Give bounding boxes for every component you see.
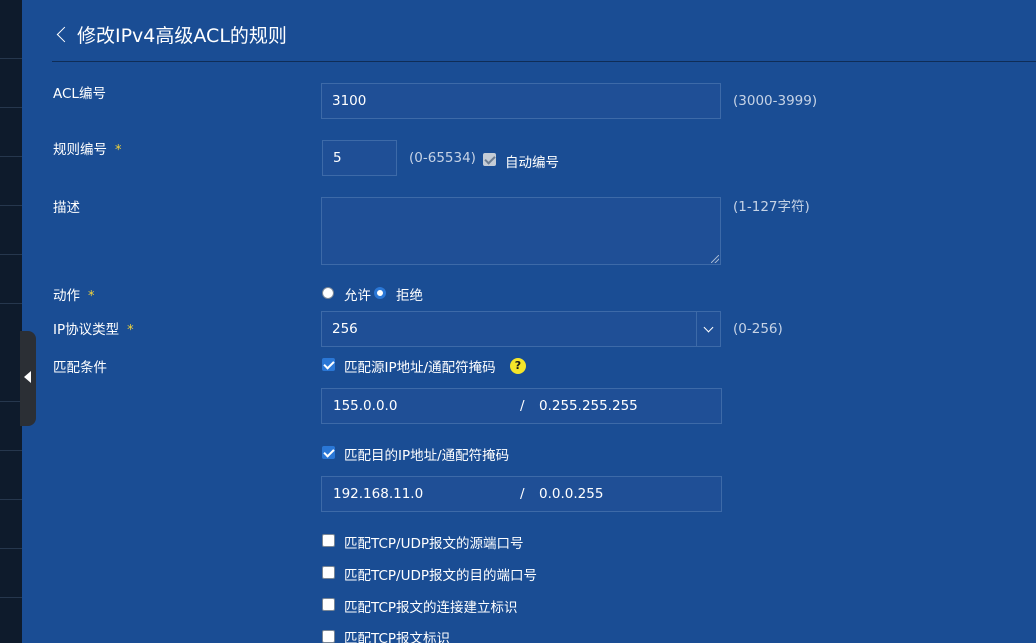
match-tcp-established-label: 匹配TCP报文的连接建立标识 — [344, 600, 518, 616]
chevron-down-icon[interactable] — [696, 311, 720, 347]
rule-number-input[interactable] — [322, 140, 397, 176]
acl-number-input[interactable] — [321, 83, 721, 119]
match-src-port-label: 匹配TCP/UDP报文的源端口号 — [344, 536, 524, 552]
required-mark: * — [115, 143, 122, 158]
protocol-label: IP协议类型 * — [53, 322, 134, 338]
side-nav-strip — [0, 0, 22, 643]
acl-number-range: (3000-3999) — [733, 93, 818, 109]
help-icon[interactable]: ? — [510, 358, 526, 374]
description-range: (1-127字符) — [733, 199, 810, 215]
dest-mask-value[interactable]: 0.0.0.255 — [539, 486, 603, 502]
match-source-checkbox[interactable] — [322, 358, 335, 371]
match-tcp-flags-checkbox[interactable] — [322, 630, 335, 643]
match-tcp-flags-label: 匹配TCP报文标识 — [344, 631, 451, 643]
match-dst-port-label: 匹配TCP/UDP报文的目的端口号 — [344, 568, 537, 584]
protocol-value: 256 — [332, 321, 358, 337]
chevron-left-icon — [56, 26, 73, 42]
protocol-range: (0-256) — [733, 321, 783, 337]
match-source-label: 匹配源IP地址/通配符掩码 — [344, 360, 496, 376]
dest-ip-mask-field[interactable]: 192.168.11.0 / 0.0.0.255 — [321, 476, 722, 512]
ip-mask-separator: / — [520, 486, 525, 502]
back-header[interactable]: 修改IPv4高级ACL的规则 — [52, 18, 287, 50]
action-deny-label: 拒绝 — [396, 288, 423, 304]
rule-number-range: (0-65534) — [409, 150, 476, 166]
action-label: 动作 * — [53, 288, 95, 304]
page-title: 修改IPv4高级ACL的规则 — [77, 24, 287, 47]
required-mark: * — [127, 323, 134, 338]
ip-mask-separator: / — [520, 398, 525, 414]
action-permit-label: 允许 — [344, 288, 371, 304]
match-conditions-label: 匹配条件 — [53, 360, 107, 376]
match-src-port-checkbox[interactable] — [322, 534, 335, 547]
auto-number-checkbox[interactable] — [483, 153, 496, 166]
auto-number-label: 自动编号 — [505, 155, 559, 171]
match-dest-label: 匹配目的IP地址/通配符掩码 — [344, 448, 510, 464]
action-permit-radio[interactable] — [322, 287, 334, 299]
sidebar-toggle-button[interactable] — [20, 331, 36, 426]
match-dest-checkbox[interactable] — [322, 446, 335, 459]
match-dst-port-checkbox[interactable] — [322, 566, 335, 579]
required-mark: * — [88, 289, 95, 304]
description-textarea[interactable] — [321, 197, 721, 265]
caret-left-icon — [24, 371, 31, 383]
resize-grip-icon[interactable] — [711, 255, 719, 263]
source-ip-value[interactable]: 155.0.0.0 — [333, 398, 397, 414]
action-deny-radio[interactable] — [374, 287, 386, 299]
source-mask-value[interactable]: 0.255.255.255 — [539, 398, 638, 414]
source-ip-mask-field[interactable]: 155.0.0.0 / 0.255.255.255 — [321, 388, 722, 424]
rule-number-label: 规则编号 * — [53, 142, 122, 158]
description-label: 描述 — [53, 200, 80, 216]
header-divider — [52, 61, 1036, 62]
protocol-select[interactable]: 256 — [321, 311, 721, 347]
match-tcp-established-checkbox[interactable] — [322, 598, 335, 611]
acl-number-label: ACL编号 — [53, 86, 106, 102]
dest-ip-value[interactable]: 192.168.11.0 — [333, 486, 423, 502]
